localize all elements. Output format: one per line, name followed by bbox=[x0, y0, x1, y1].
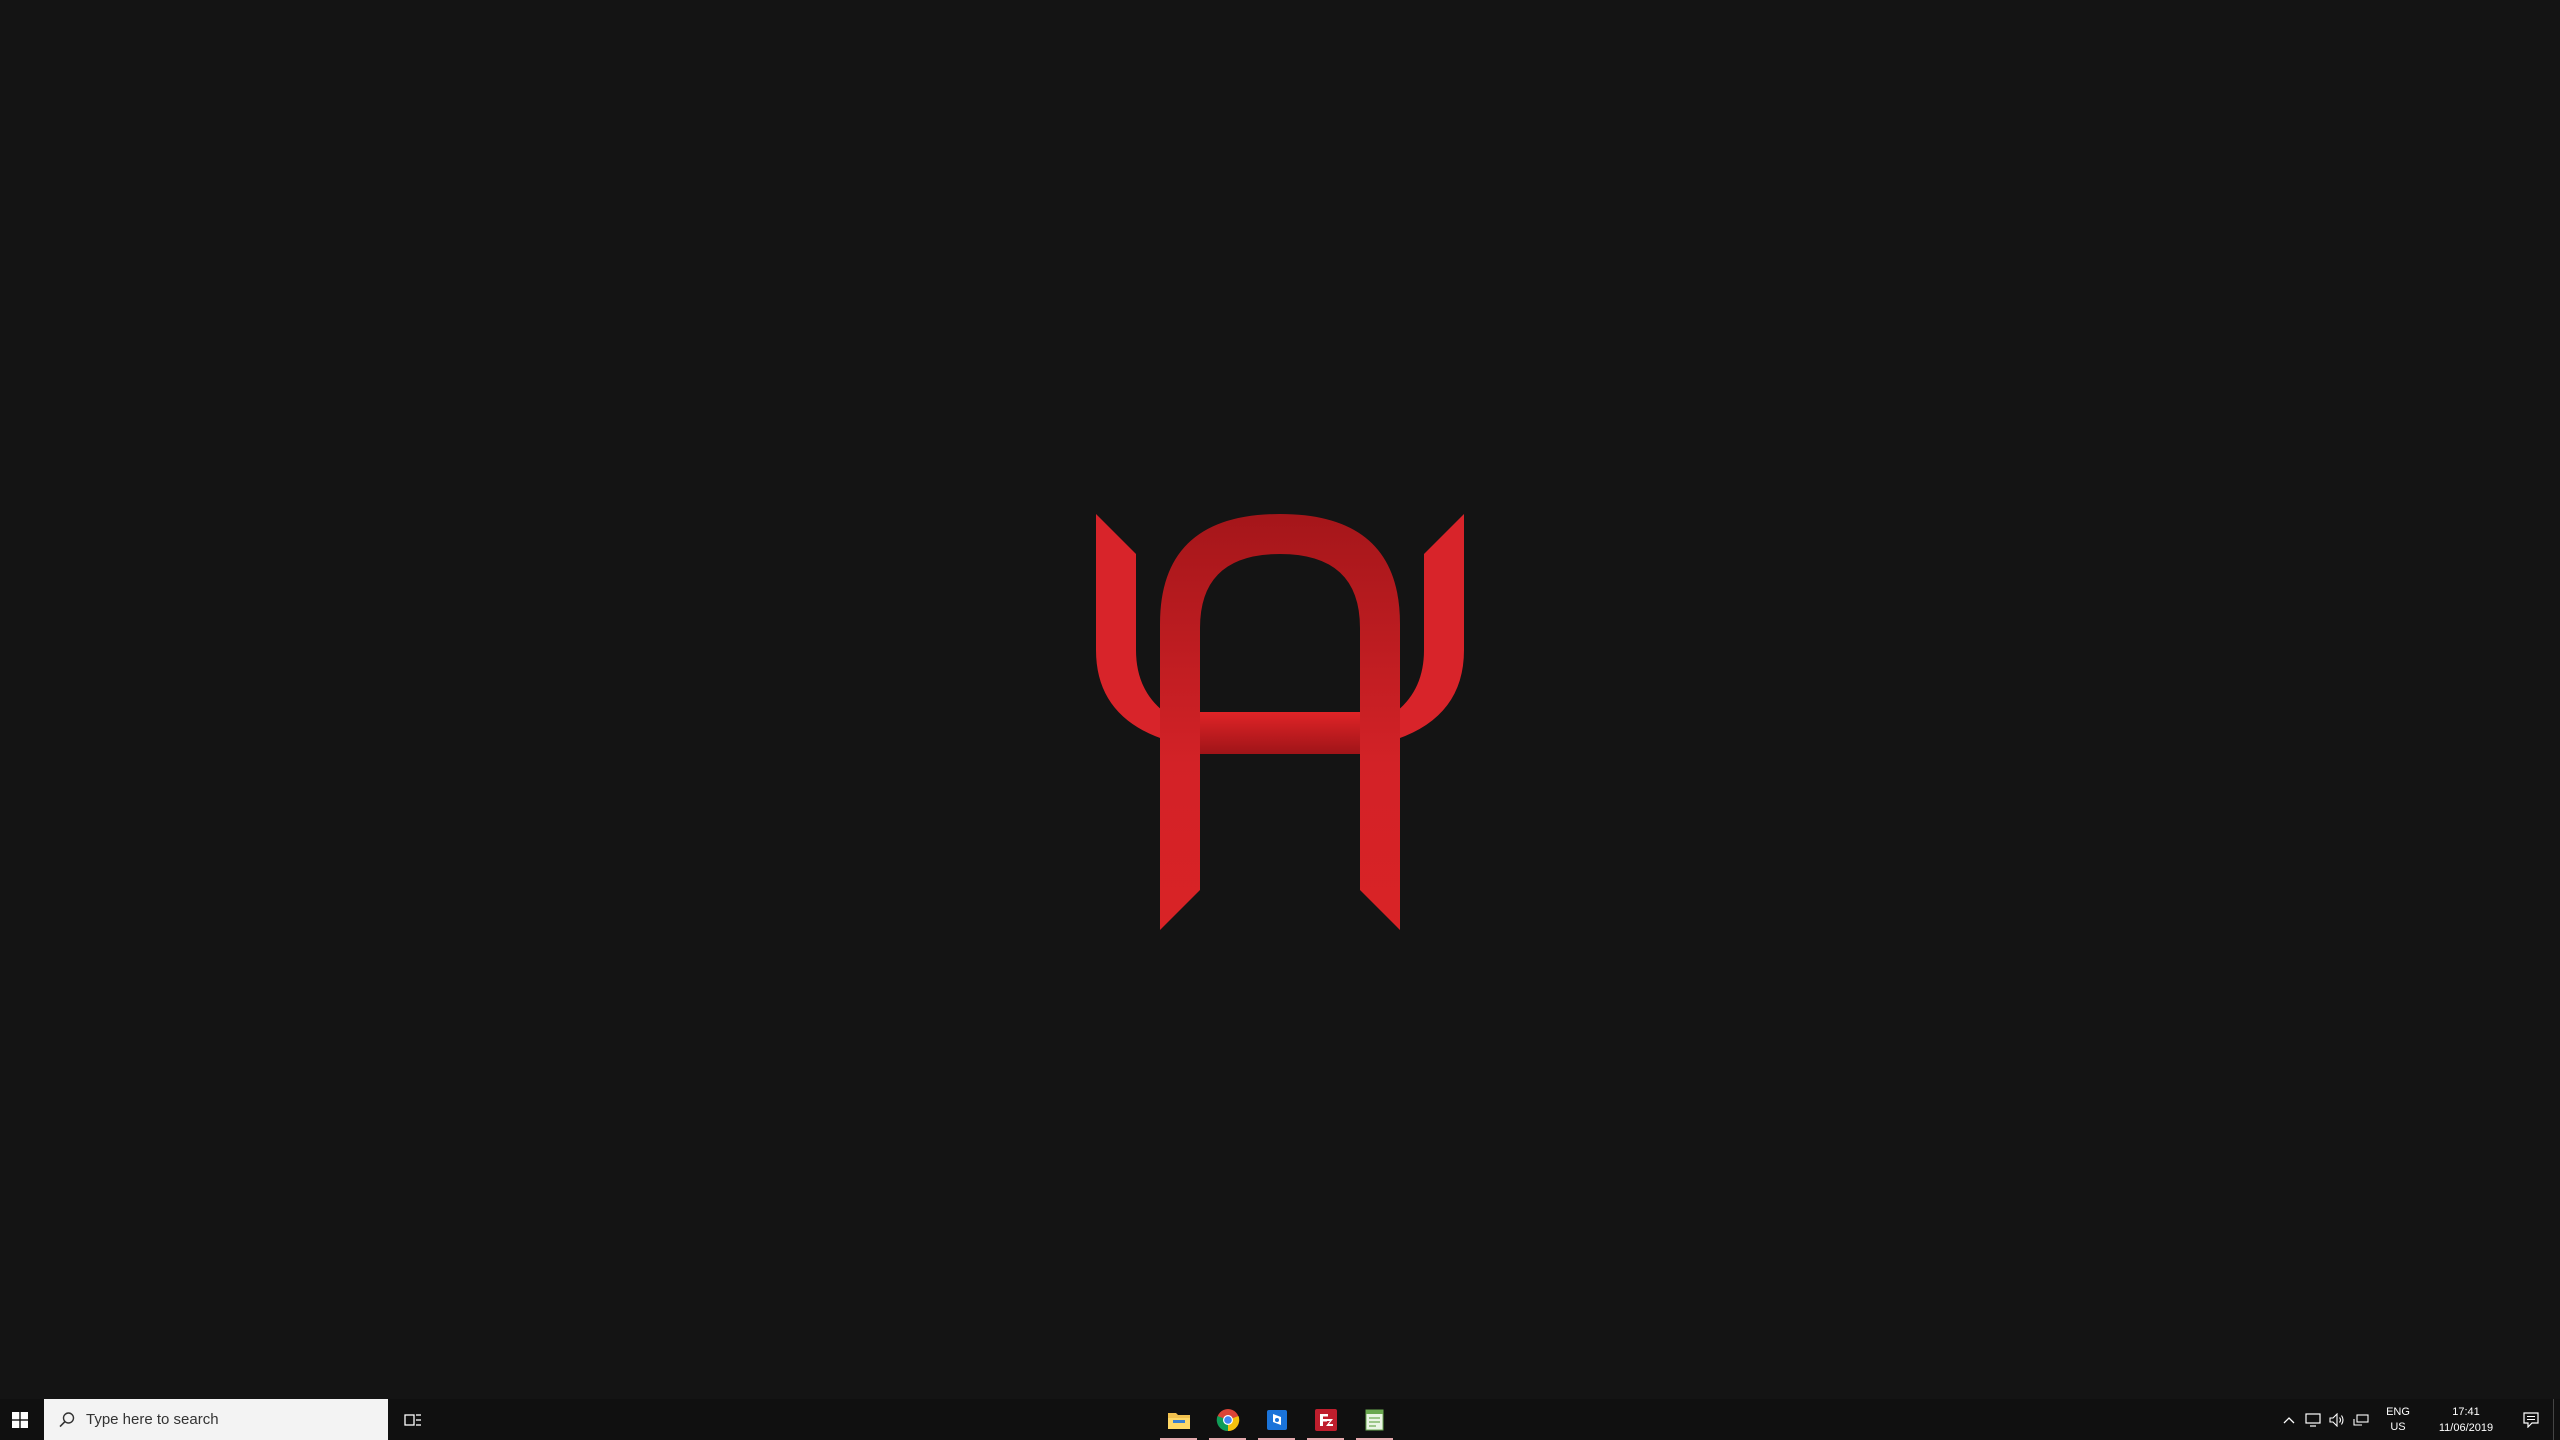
clock-button[interactable]: 17:41 11/06/2019 bbox=[2423, 1404, 2509, 1436]
search-icon bbox=[59, 1411, 75, 1427]
action-center-button[interactable] bbox=[2509, 1399, 2553, 1440]
filezilla-icon bbox=[1314, 1408, 1337, 1431]
monitor-icon bbox=[2305, 1412, 2321, 1427]
blue-app-icon bbox=[1266, 1409, 1287, 1430]
tray-display-button[interactable] bbox=[2301, 1399, 2325, 1440]
taskbar-app-file-explorer[interactable] bbox=[1154, 1399, 1203, 1440]
taskbar-app-blue-app[interactable] bbox=[1252, 1399, 1301, 1440]
pinned-apps bbox=[1154, 1399, 1399, 1440]
speaker-icon bbox=[2329, 1412, 2344, 1427]
clock-date: 11/06/2019 bbox=[2438, 1421, 2494, 1434]
clock-time: 17:41 bbox=[2452, 1405, 2480, 1418]
taskbar-app-filezilla[interactable] bbox=[1301, 1399, 1350, 1440]
task-view-icon bbox=[404, 1413, 421, 1426]
wallpaper-logo bbox=[1096, 514, 1464, 930]
taskbar: Type here to search ENG US 17:41 11/06/2… bbox=[0, 1399, 2560, 1440]
keyboard-layout: US bbox=[2390, 1420, 2406, 1433]
tray-network-button[interactable] bbox=[2349, 1399, 2373, 1440]
notification-icon bbox=[2523, 1411, 2539, 1428]
system-tray: ENG US 17:41 11/06/2019 bbox=[2277, 1399, 2560, 1440]
desktop bbox=[0, 0, 2560, 1399]
search-placeholder: Type here to search bbox=[86, 1411, 219, 1428]
show-hidden-icons-button[interactable] bbox=[2277, 1399, 2301, 1440]
network-icon bbox=[2353, 1413, 2369, 1426]
notepad-icon bbox=[1365, 1409, 1383, 1430]
tray-volume-button[interactable] bbox=[2325, 1399, 2349, 1440]
input-language-button[interactable]: ENG US bbox=[2377, 1405, 2419, 1435]
folder-icon bbox=[1167, 1412, 1190, 1429]
language-code: ENG bbox=[2386, 1405, 2410, 1418]
chevron-up-icon bbox=[2283, 1416, 2295, 1423]
task-view-button[interactable] bbox=[396, 1399, 430, 1440]
show-desktop-button[interactable] bbox=[2553, 1399, 2560, 1440]
search-box[interactable]: Type here to search bbox=[44, 1399, 388, 1440]
start-button[interactable] bbox=[0, 1399, 40, 1440]
taskbar-app-chrome[interactable] bbox=[1203, 1399, 1252, 1440]
chrome-icon bbox=[1216, 1408, 1239, 1431]
windows-icon bbox=[12, 1411, 28, 1428]
taskbar-app-notepad[interactable] bbox=[1350, 1399, 1399, 1440]
